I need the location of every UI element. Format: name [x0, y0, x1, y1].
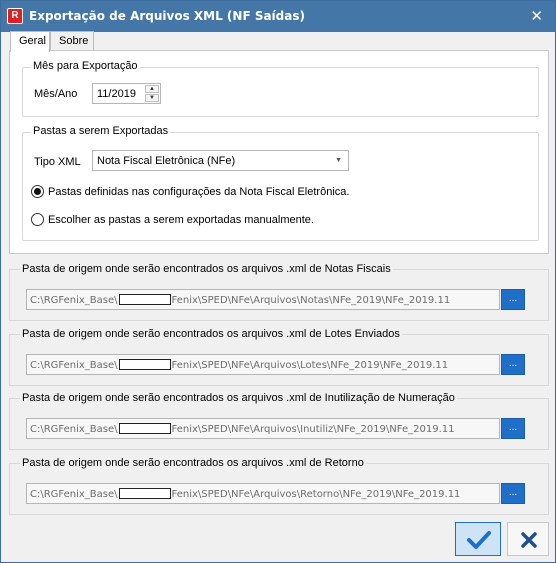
- browse-button-retorno[interactable]: ...: [501, 483, 525, 504]
- tab-panel-geral: Mês para Exportação Mês/Ano 11/2019 ▲ ▼ …: [9, 50, 549, 254]
- path-group-lotes: Pasta de origem onde serão encontrados o…: [9, 328, 549, 386]
- radio-manual-folders-label[interactable]: Escolher as pastas a serem exportadas ma…: [48, 214, 314, 226]
- path-input-retorno[interactable]: C:\RGFenix_Base\ Fenix\SPED\NFe\Arquivos\…: [26, 483, 500, 504]
- redacted-box: [118, 423, 171, 434]
- path-suffix: Fenix\SPED\NFe\Arquivos\Notas\NFe_2019\N…: [171, 295, 451, 306]
- stepper-down-icon[interactable]: ▼: [145, 94, 159, 102]
- redacted-box: [118, 294, 171, 305]
- chevron-down-icon: ▼: [335, 157, 342, 164]
- month-year-value: 11/2019: [97, 88, 136, 100]
- ok-button[interactable]: [455, 522, 501, 556]
- path-prefix: C:\RGFenix_Base\: [30, 295, 118, 306]
- path-suffix: Fenix\SPED\NFe\Arquivos\Lotes\NFe_2019\N…: [171, 360, 449, 371]
- xml-type-value: Nota Fiscal Eletrônica (NFe): [97, 155, 236, 167]
- path-input-lotes[interactable]: C:\RGFenix_Base\ Fenix\SPED\NFe\Arquivos\…: [26, 354, 500, 375]
- tab-geral[interactable]: Geral: [10, 31, 50, 52]
- path-legend-retorno: Pasta de origem onde serão encontrados o…: [20, 457, 366, 469]
- close-icon: [521, 532, 537, 548]
- stepper-up-icon[interactable]: ▲: [145, 85, 159, 93]
- browse-button-inutilizacao[interactable]: ...: [501, 418, 525, 439]
- path-group-notas: Pasta de origem onde serão encontrados o…: [9, 263, 549, 321]
- path-prefix: C:\RGFenix_Base\: [30, 489, 118, 500]
- path-legend-lotes: Pasta de origem onde serão encontrados o…: [20, 328, 402, 340]
- radio-manual-folders[interactable]: [31, 213, 44, 226]
- path-prefix: C:\RGFenix_Base\: [30, 424, 118, 435]
- month-year-stepper[interactable]: ▲ ▼: [145, 85, 159, 102]
- redacted-box: [118, 488, 171, 499]
- path-group-inutilizacao: Pasta de origem onde serão encontrados o…: [9, 392, 549, 450]
- path-group-retorno: Pasta de origem onde serão encontrados o…: [9, 457, 549, 515]
- path-suffix: Fenix\SPED\NFe\Arquivos\Retorno\NFe_2019…: [171, 489, 461, 500]
- redacted-box: [118, 359, 171, 370]
- month-group-legend: Mês para Exportação: [31, 60, 140, 72]
- checkmark-icon: [467, 531, 491, 549]
- path-legend-inutilizacao: Pasta de origem onde serão encontrados o…: [20, 392, 457, 404]
- close-icon[interactable]: ✕: [530, 7, 543, 25]
- app-icon: R: [7, 8, 23, 24]
- radio-configured-folders-label[interactable]: Pastas definidas nas configurações da No…: [48, 186, 349, 198]
- title-bar: R Exportação de Arquivos XML (NF Saídas)…: [1, 1, 555, 32]
- month-year-input[interactable]: 11/2019 ▲ ▼: [92, 83, 161, 104]
- xml-type-select[interactable]: Nota Fiscal Eletrônica (NFe) ▼: [92, 150, 349, 171]
- path-prefix: C:\RGFenix_Base\: [30, 360, 118, 371]
- export-xml-dialog: R Exportação de Arquivos XML (NF Saídas)…: [0, 0, 556, 563]
- path-input-notas[interactable]: C:\RGFenix_Base\ Fenix\SPED\NFe\Arquivos\…: [26, 289, 500, 310]
- path-input-inutilizacao[interactable]: C:\RGFenix_Base\ Fenix\SPED\NFe\Arquivos\…: [26, 418, 500, 439]
- cancel-button[interactable]: [507, 522, 549, 556]
- tab-sobre[interactable]: Sobre: [50, 31, 94, 51]
- xml-type-label: Tipo XML: [34, 156, 81, 168]
- month-year-label: Mês/Ano: [34, 88, 78, 100]
- browse-button-notas[interactable]: ...: [501, 289, 525, 310]
- path-suffix: Fenix\SPED\NFe\Arquivos\Inutiliz\NFe_201…: [171, 424, 455, 435]
- radio-configured-folders[interactable]: [31, 185, 44, 198]
- folders-group-legend: Pastas a serem Exportadas: [31, 125, 171, 137]
- window-title: Exportação de Arquivos XML (NF Saídas): [29, 9, 305, 23]
- browse-button-lotes[interactable]: ...: [501, 354, 525, 375]
- path-legend-notas: Pasta de origem onde serão encontrados o…: [20, 263, 393, 275]
